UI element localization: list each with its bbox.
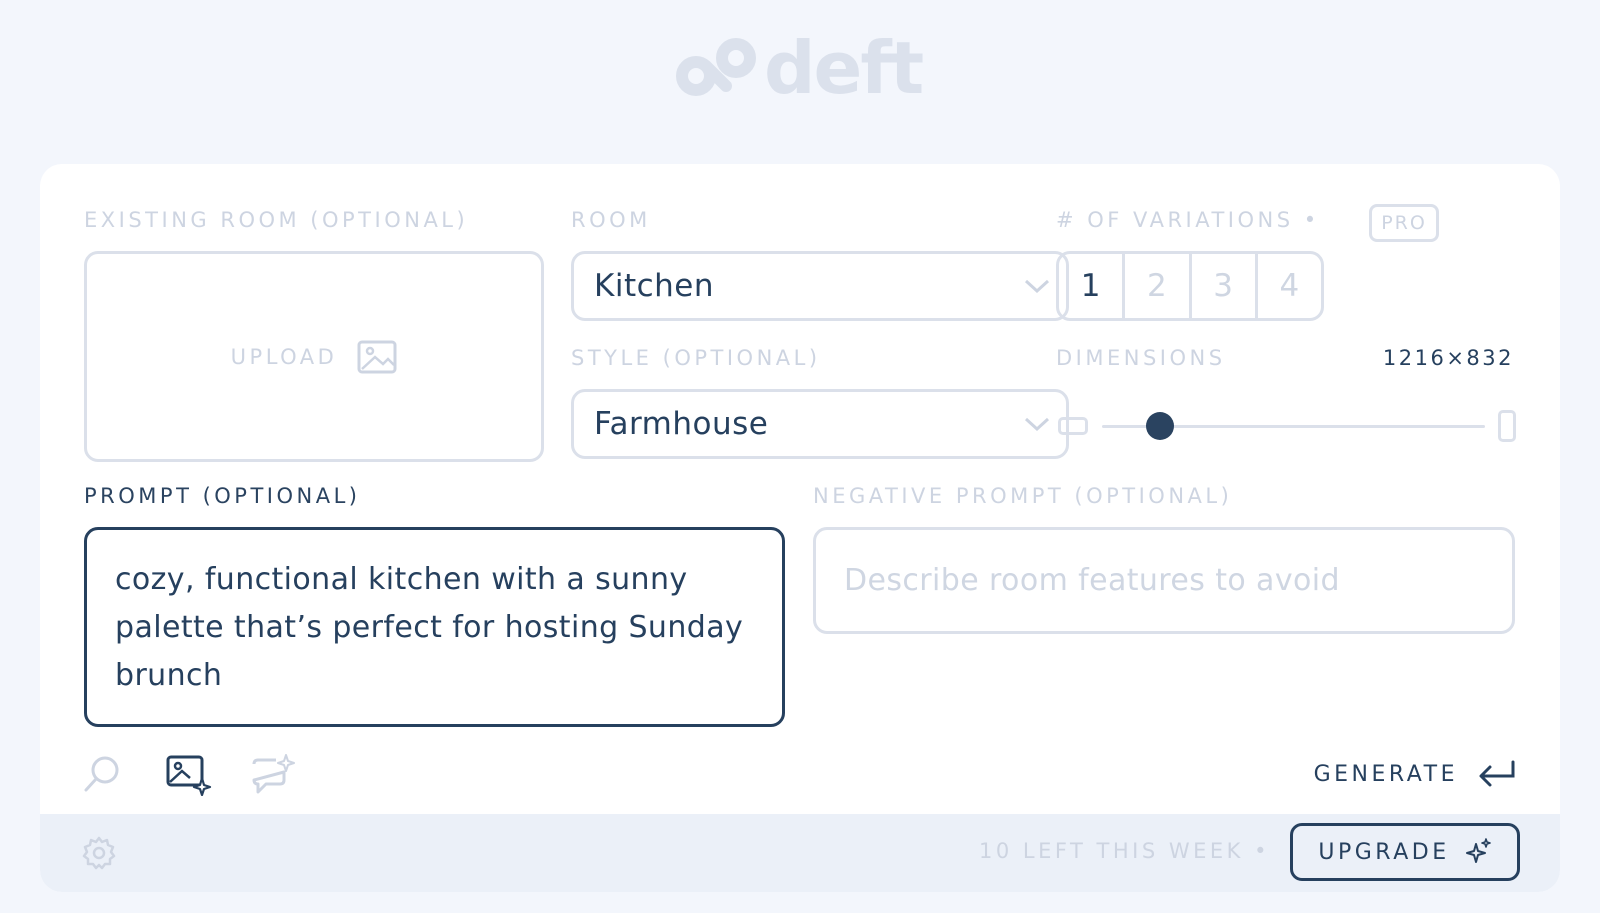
quota-text: 10 LEFT THIS WEEK • [978, 839, 1270, 863]
chevron-down-icon [1024, 279, 1050, 294]
search-icon[interactable] [82, 754, 122, 794]
variation-option-3[interactable]: 3 [1188, 254, 1255, 318]
upload-dropzone[interactable]: UPLOAD [84, 251, 544, 462]
dimensions-label: DIMENSIONS [1056, 346, 1226, 370]
landscape-icon[interactable] [1058, 417, 1088, 435]
sparkle-icon [1465, 838, 1491, 863]
upgrade-button[interactable]: UPGRADE [1290, 823, 1520, 881]
variation-option-1[interactable]: 1 [1059, 254, 1122, 318]
variations-segmented-control: 1 2 3 4 [1056, 251, 1324, 321]
chevron-down-icon [1024, 417, 1050, 432]
prompt-textarea[interactable]: cozy, functional kitchen with a sunny pa… [84, 527, 785, 727]
negative-prompt-input[interactable]: Describe room features to avoid [813, 527, 1515, 634]
image-icon [357, 340, 397, 373]
variation-option-4[interactable]: 4 [1254, 254, 1321, 318]
variations-label: # OF VARIATIONS • [1056, 208, 1320, 232]
image-sparkle-icon[interactable] [166, 754, 212, 796]
logo-icon [676, 38, 756, 96]
footer-bar: 10 LEFT THIS WEEK • UPGRADE [40, 814, 1560, 892]
style-label: STYLE (OPTIONAL) [571, 346, 821, 370]
negative-prompt-label: NEGATIVE PROMPT (OPTIONAL) [813, 484, 1233, 508]
logo-text: deft [764, 26, 924, 110]
style-select-value: Farmhouse [594, 406, 769, 442]
upgrade-label: UPGRADE [1318, 839, 1450, 865]
variation-option-2[interactable]: 2 [1122, 254, 1188, 318]
dimensions-slider-thumb[interactable] [1146, 412, 1174, 440]
room-label: ROOM [571, 208, 651, 232]
chat-sparkle-icon[interactable] [250, 754, 296, 796]
design-form-card: EXISTING ROOM (OPTIONAL) UPLOAD ROOM Kit… [40, 164, 1560, 892]
prompt-label: PROMPT (OPTIONAL) [84, 484, 361, 508]
pro-badge: PRO [1369, 204, 1439, 242]
existing-room-label: EXISTING ROOM (OPTIONAL) [84, 208, 469, 232]
generate-label: GENERATE [1313, 761, 1458, 787]
gear-icon[interactable] [82, 836, 116, 870]
generate-button[interactable]: GENERATE [1314, 754, 1516, 794]
style-select[interactable]: Farmhouse [571, 389, 1069, 459]
dimensions-value: 1216×832 [1382, 346, 1514, 370]
enter-icon [1479, 760, 1515, 787]
portrait-icon[interactable] [1498, 410, 1516, 442]
app-logo: deft [672, 26, 924, 110]
room-select[interactable]: Kitchen [571, 251, 1069, 321]
upload-label: UPLOAD [230, 344, 338, 369]
room-select-value: Kitchen [594, 268, 715, 304]
